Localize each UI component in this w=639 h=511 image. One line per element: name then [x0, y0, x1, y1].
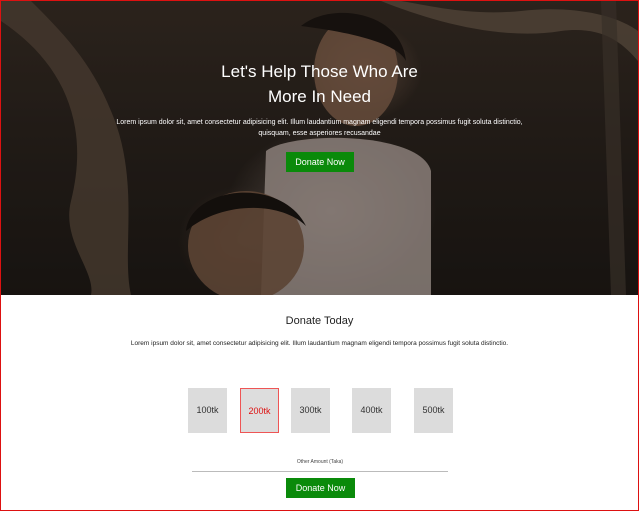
hero-title-line2: More In Need: [268, 87, 371, 106]
hero-title-line1: Let's Help Those Who Are: [221, 62, 418, 81]
donate-description: Lorem ipsum dolor sit, amet consectetur …: [130, 340, 509, 347]
donate-title: Donate Today: [285, 315, 354, 327]
hero-donate-button[interactable]: Donate Now: [286, 152, 354, 172]
amount-option-100[interactable]: 100tk: [188, 388, 227, 433]
other-amount-input[interactable]: [192, 465, 448, 472]
page: Let's Help Those Who Are More In Need Lo…: [0, 0, 639, 511]
hero-title: Let's Help Those Who Are More In Need: [1, 59, 638, 109]
hero-description: Lorem ipsum dolor sit, amet consectetur …: [116, 119, 523, 137]
amount-option-300[interactable]: 300tk: [291, 388, 330, 433]
hero-section: Let's Help Those Who Are More In Need Lo…: [1, 1, 638, 295]
amount-option-200[interactable]: 200tk: [240, 388, 279, 433]
hero-overlay: [1, 1, 638, 295]
amount-option-400[interactable]: 400tk: [352, 388, 391, 433]
donate-now-button[interactable]: Donate Now: [286, 478, 355, 498]
amount-option-500[interactable]: 500tk: [414, 388, 453, 433]
